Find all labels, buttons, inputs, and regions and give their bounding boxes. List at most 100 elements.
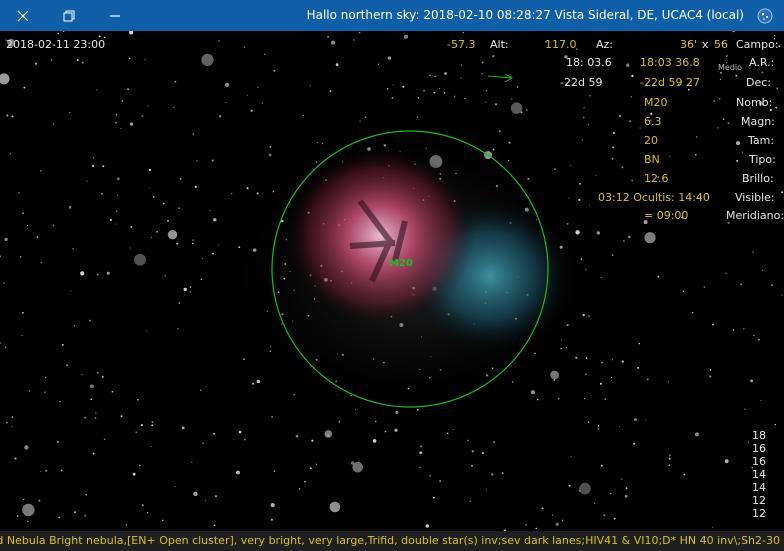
star [150,445,152,447]
star [21,334,23,337]
star [309,85,311,87]
star [639,127,641,129]
star [20,256,22,258]
sky-view[interactable]: M20 2018-02-11 23:00 -57.3 Alt: 117.0 Az… [0,31,784,531]
star [298,488,301,490]
star [4,237,8,242]
star [584,373,587,376]
ra-epoch-label: Medio [718,63,743,72]
close-button[interactable] [0,0,46,31]
ra-label: A.R.: [749,56,775,69]
star [212,252,214,255]
star [246,94,248,96]
star [550,370,559,380]
star [205,385,207,387]
star [727,221,730,225]
meridian-label: Meridiano: [726,209,784,222]
star [45,377,47,379]
star [162,519,164,522]
star [481,61,484,64]
star [85,493,88,496]
star [167,219,169,222]
star [94,417,97,419]
star [179,178,182,180]
star [174,80,177,83]
star [682,290,685,292]
star [167,230,178,240]
star [14,457,17,460]
star [192,239,194,241]
star [628,235,631,239]
star [623,240,625,242]
star [771,284,774,287]
star [148,168,151,172]
star [116,177,120,181]
star [499,130,501,132]
star [387,56,391,60]
star [555,522,559,526]
star [327,434,329,437]
star [554,168,556,171]
scale-number: 18 [752,429,766,442]
star [261,102,263,104]
ra-value: 18:03 36.8 [640,56,700,69]
size-value: 20 [644,134,658,147]
star [713,100,716,102]
star [0,342,2,344]
star [471,464,473,467]
star [501,472,504,474]
star [270,503,275,508]
type-value: BN [644,153,660,166]
star [59,400,61,403]
star [213,432,216,435]
star [164,275,166,277]
star [638,342,641,345]
star [724,459,729,464]
restore-button[interactable] [46,0,92,31]
star [246,187,249,190]
star [386,88,389,90]
star [173,106,175,109]
window-title: Hallo northern sky: 2018-02-10 08:28:27 … [306,8,744,22]
star [736,159,739,162]
star [717,127,719,129]
star [429,74,431,77]
star [482,452,484,455]
object-marker[interactable]: M20 [389,258,413,269]
star [52,224,55,227]
star [595,174,597,176]
star [6,114,9,117]
star [727,122,730,125]
star [629,120,632,123]
scale-number: 16 [752,442,766,455]
star [92,452,95,455]
star [778,45,781,48]
star [151,421,154,423]
star [439,88,441,90]
star [192,133,195,135]
star [575,356,578,359]
star [129,247,131,249]
star [621,166,624,169]
star [351,461,355,465]
star [6,421,8,424]
mag-value: 6.3 [644,115,662,128]
star [156,230,159,233]
star [735,74,738,77]
star [525,524,527,526]
star [62,31,65,32]
star [86,180,88,182]
star [81,61,84,64]
star [176,242,179,245]
minimize-button[interactable] [92,0,138,31]
star [752,251,754,253]
close-icon [17,10,29,21]
star [423,89,425,92]
star [68,206,72,209]
star [22,212,24,214]
star [589,95,591,97]
star [611,376,613,379]
star [692,312,694,314]
star [611,254,614,257]
star [238,430,242,434]
